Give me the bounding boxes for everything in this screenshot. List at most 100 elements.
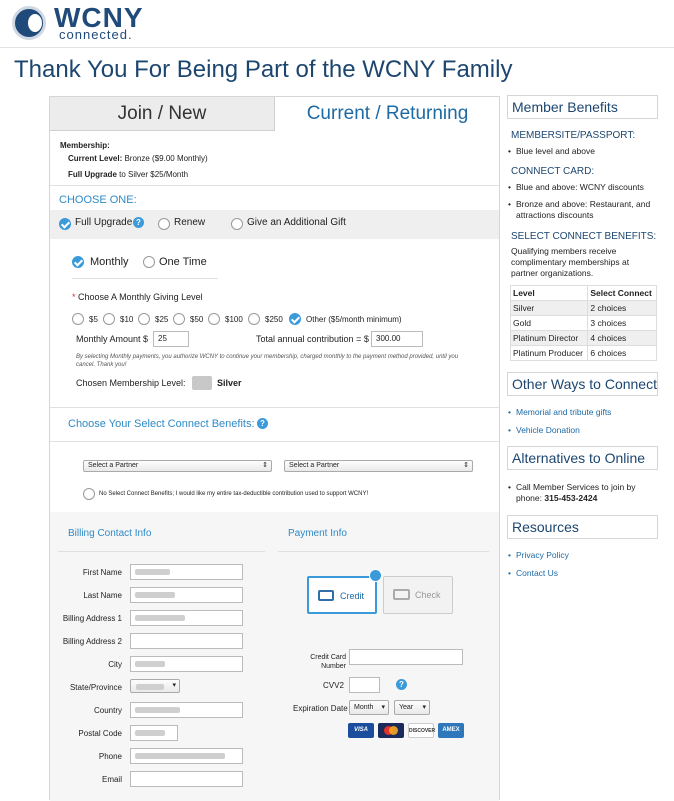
membersite-heading: MEMBERSITE/PASSPORT:	[511, 130, 636, 141]
monthly-radio[interactable]	[72, 256, 84, 268]
connect-benefits-heading: Choose Your Select Connect Benefits:	[68, 418, 255, 430]
amount-10-label[interactable]: $10	[120, 315, 133, 324]
state-label: State/Province	[69, 683, 122, 692]
amount-10-radio[interactable]	[103, 313, 115, 325]
amount-100-radio[interactable]	[208, 313, 220, 325]
resources-title: Resources	[507, 515, 658, 539]
member-services-phone: 315-453-2424	[544, 493, 598, 503]
member-benefits-title: Member Benefits	[507, 95, 658, 119]
country-label: Country	[93, 706, 122, 715]
amount-100-label[interactable]: $100	[225, 315, 243, 324]
partner-select-1[interactable]: Select a Partner ⇕	[83, 460, 272, 472]
pbs-logo-icon[interactable]	[12, 6, 46, 40]
table-cell: Platinum Director	[509, 330, 589, 346]
select-connect-table: Level Select Connect Silver 2 choices Go…	[509, 285, 657, 361]
contact-us-link[interactable]: Contact Us	[508, 568, 558, 579]
privacy-policy-link[interactable]: Privacy Policy	[508, 550, 569, 561]
expiration-year-value: Year	[399, 704, 414, 711]
chevron-down-icon: ▾	[172, 682, 176, 689]
amount-25-label[interactable]: $25	[155, 315, 168, 324]
table-header-select-connect: Select Connect	[587, 285, 657, 301]
check-option[interactable]: Check	[383, 576, 453, 614]
card-number-input[interactable]	[349, 649, 463, 665]
vehicle-donation-link[interactable]: Vehicle Donation	[508, 425, 580, 436]
expiration-year-select[interactable]: Year ▾	[394, 700, 430, 715]
tab-current-returning[interactable]: Current / Returning	[275, 97, 500, 131]
amount-5-radio[interactable]	[72, 313, 84, 325]
renew-label[interactable]: Renew	[174, 217, 205, 228]
amount-250-radio[interactable]	[248, 313, 260, 325]
redacted-value	[135, 661, 165, 667]
credit-option[interactable]: Credit	[307, 576, 377, 614]
tab-join-new[interactable]: Join / New	[50, 97, 275, 131]
monthly-amount-input[interactable]: 25	[153, 331, 189, 347]
chevron-down-icon: ⇕	[463, 462, 469, 469]
table-header-level: Level	[509, 285, 589, 301]
renew-radio[interactable]	[158, 218, 170, 230]
full-upgrade-label[interactable]: Full Upgrade	[75, 217, 132, 228]
monthly-label[interactable]: Monthly	[90, 256, 129, 268]
memorial-gifts-link[interactable]: Memorial and tribute gifts	[508, 407, 611, 418]
monthly-disclaimer: By selecting Monthly payments, you autho…	[76, 354, 459, 368]
redacted-value	[135, 592, 175, 598]
amount-50-radio[interactable]	[173, 313, 185, 325]
amex-icon: AMEX	[438, 723, 464, 738]
additional-gift-label[interactable]: Give an Additional Gift	[247, 217, 346, 228]
divider	[50, 407, 499, 408]
upgrade-label: Full Upgrade	[68, 170, 117, 179]
one-time-label[interactable]: One Time	[159, 256, 207, 268]
connect-card-heading: CONNECT CARD:	[511, 166, 595, 177]
expiration-month-select[interactable]: Month ▾	[349, 700, 389, 715]
amount-25-radio[interactable]	[138, 313, 150, 325]
table-cell: Platinum Producer	[509, 345, 589, 361]
giving-level-label: Choose A Monthly Giving Level	[78, 292, 203, 302]
check-label: Check	[415, 590, 441, 600]
chevron-down-icon: ▾	[381, 704, 385, 711]
credit-label: Credit	[340, 591, 365, 601]
monthly-amount-label: Monthly Amount $	[76, 334, 149, 344]
card-number-label: Credit Card Number	[310, 654, 346, 670]
logo-subtitle: connected.	[59, 27, 133, 42]
amount-5-label[interactable]: $5	[89, 315, 98, 324]
one-time-radio[interactable]	[143, 256, 155, 268]
level-swatch	[192, 376, 212, 390]
cvv-input[interactable]	[349, 677, 380, 693]
amount-other-radio[interactable]	[289, 313, 301, 325]
selected-check-icon	[369, 569, 382, 582]
no-benefits-radio[interactable]	[83, 488, 95, 500]
table-cell: 4 choices	[587, 330, 657, 346]
email-input[interactable]	[130, 771, 243, 787]
divider	[50, 185, 499, 186]
first-name-label: First Name	[82, 568, 122, 577]
partner-select-1-value: Select a Partner	[88, 462, 139, 469]
visa-icon: VISA	[348, 723, 374, 738]
help-icon[interactable]: ?	[133, 217, 144, 228]
postal-code-label: Postal Code	[78, 729, 122, 738]
membership-form: Join / New Current / Returning Membershi…	[49, 96, 500, 801]
annual-contribution-input[interactable]: 300.00	[371, 331, 423, 347]
partner-select-2[interactable]: Select a Partner ⇕	[284, 460, 473, 472]
divider	[278, 551, 489, 552]
last-name-label: Last Name	[83, 591, 122, 600]
additional-gift-radio[interactable]	[231, 218, 243, 230]
chosen-level-value: Silver	[217, 378, 242, 388]
table-cell: Gold	[509, 315, 589, 331]
table-cell: 3 choices	[587, 315, 657, 331]
discover-icon: DISCOVER	[408, 723, 435, 738]
amount-50-label[interactable]: $50	[190, 315, 203, 324]
no-benefits-label[interactable]: No Select Connect Benefits; I would like…	[99, 491, 368, 497]
table-row: Platinum Director 4 choices	[509, 330, 657, 346]
state-select[interactable]: ▾	[130, 679, 180, 693]
amount-250-label[interactable]: $250	[265, 315, 283, 324]
table-row: Gold 3 choices	[509, 315, 657, 331]
help-icon[interactable]: ?	[396, 679, 407, 690]
amount-other-label[interactable]: Other ($5/month minimum)	[306, 315, 402, 324]
full-upgrade-radio[interactable]	[59, 218, 71, 230]
expiration-month-value: Month	[354, 704, 374, 711]
help-icon[interactable]: ?	[257, 418, 268, 429]
billing-address-2-input[interactable]	[130, 633, 243, 649]
expiration-label: Expiration Date	[293, 704, 348, 713]
divider	[58, 551, 265, 552]
billing-address-1-label: Billing Address 1	[62, 614, 122, 623]
redacted-value	[135, 615, 185, 621]
